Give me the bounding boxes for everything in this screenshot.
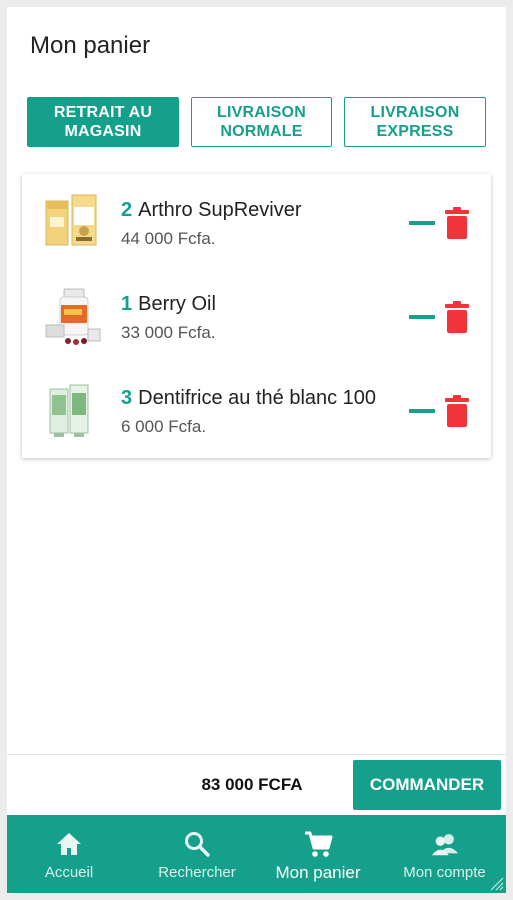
item-price: 44 000 Fcfa.: [121, 229, 216, 248]
decrease-quantity-button[interactable]: [409, 221, 435, 225]
resize-grip-icon[interactable]: [488, 875, 504, 891]
decrease-quantity-button[interactable]: [409, 409, 435, 413]
delete-icon[interactable]: [443, 207, 471, 239]
nav-item-rechercher[interactable]: Rechercher: [142, 815, 252, 893]
arthro-box-image: [45, 194, 97, 246]
nav-item-mon-compte[interactable]: Mon compte: [387, 815, 502, 893]
nav-label: Mon compte: [403, 864, 486, 881]
nav-label: Mon panier: [275, 863, 361, 882]
item-title: Berry Oil: [138, 293, 216, 315]
app-screen: Mon panier RETRAIT AU MAGASIN LIVRAISON …: [7, 7, 506, 893]
tab-retrait-magasin[interactable]: RETRAIT AU MAGASIN: [27, 97, 179, 147]
home-icon: [54, 829, 84, 859]
item-price: 6 000 Fcfa.: [121, 417, 207, 436]
cart-list: 2 Arthro SupReviver 44 000 Fcfa. 1 Berry…: [22, 174, 491, 458]
bottom-navigation: Accueil Rechercher Mon panier Mon compte: [7, 815, 506, 893]
search-icon: [182, 829, 212, 859]
tab-livraison-normale[interactable]: LIVRAISON NORMALE: [191, 97, 332, 147]
item-title: Arthro SupReviver: [138, 199, 302, 221]
delete-icon[interactable]: [443, 395, 471, 427]
item-name: 1 Berry Oil: [121, 293, 399, 316]
cart-icon: [303, 829, 333, 859]
delete-icon[interactable]: [443, 301, 471, 333]
checkout-bar: 83 000 FCFA COMMANDER: [7, 754, 506, 815]
item-quantity: 3: [121, 387, 133, 409]
item-price: 33 000 Fcfa.: [121, 323, 216, 342]
page-title: Mon panier: [30, 32, 151, 59]
item-name: 2 Arthro SupReviver: [121, 199, 399, 222]
nav-item-mon-panier[interactable]: Mon panier: [263, 815, 373, 893]
nav-label: Accueil: [44, 864, 94, 881]
nav-label: Rechercher: [158, 864, 236, 881]
item-title: Dentifrice au thé blanc 100: [138, 387, 377, 409]
item-quantity: 1: [121, 293, 133, 315]
berry-oil-bottle-image: [45, 288, 101, 345]
item-name: 3 Dentifrice au thé blanc 100: [121, 387, 399, 410]
order-button[interactable]: COMMANDER: [353, 760, 501, 810]
item-quantity: 2: [121, 199, 133, 221]
nav-item-accueil[interactable]: Accueil: [29, 815, 109, 893]
cart-total: 83 000 FCFA: [201, 775, 303, 794]
decrease-quantity-button[interactable]: [409, 315, 435, 319]
delivery-tabs: RETRAIT AU MAGASIN LIVRAISON NORMALE LIV…: [27, 97, 487, 147]
cart-item: 2 Arthro SupReviver 44 000 Fcfa.: [22, 178, 491, 268]
cart-item: 3 Dentifrice au thé blanc 100 6 000 Fcfa.: [22, 366, 491, 456]
toothpaste-tubes-image: [49, 384, 89, 437]
cart-item: 1 Berry Oil 33 000 Fcfa.: [22, 272, 491, 362]
account-icon: [430, 829, 460, 859]
tab-livraison-express[interactable]: LIVRAISON EXPRESS: [344, 97, 486, 147]
